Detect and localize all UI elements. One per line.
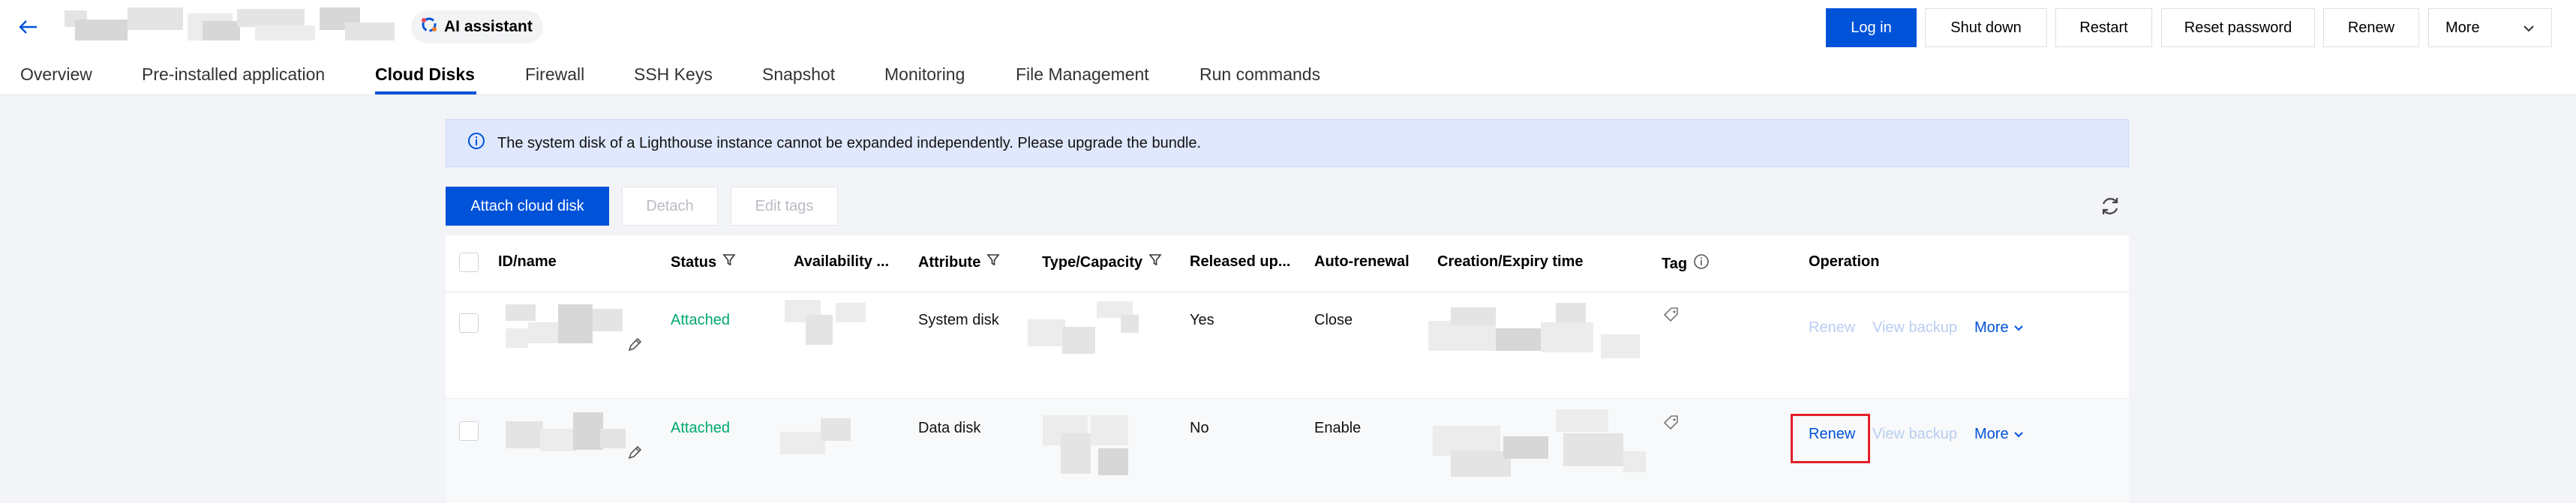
- cloud-disk-table: ID/name Status Availability ... Attribut…: [446, 235, 2129, 503]
- col-released: Released up...: [1190, 253, 1291, 271]
- disk-attribute: Data disk: [918, 420, 981, 436]
- auto-renewal-value: Close: [1314, 312, 1353, 328]
- col-creation-expiry: Creation/Expiry time: [1437, 253, 1584, 271]
- filter-icon[interactable]: [986, 253, 1000, 271]
- info-icon: [467, 132, 485, 154]
- ai-assistant-icon: [420, 16, 438, 38]
- col-status: Status: [671, 253, 736, 271]
- edit-tags-label: Edit tags: [755, 197, 814, 214]
- ai-assistant-button[interactable]: AI assistant: [411, 10, 543, 43]
- col-type-capacity: Type/Capacity: [1042, 253, 1162, 271]
- col-availability-label: Availability ...: [794, 253, 890, 270]
- chevron-down-icon: [2523, 19, 2535, 37]
- refresh-icon[interactable]: [2097, 193, 2123, 219]
- renew-link[interactable]: Renew: [1809, 426, 1855, 443]
- disk-attribute: System disk: [918, 312, 999, 328]
- status-badge: Attached: [671, 420, 730, 436]
- tab-run-commands[interactable]: Run commands: [1199, 64, 1320, 85]
- col-type-capacity-label: Type/Capacity: [1042, 253, 1143, 271]
- shutdown-label: Shut down: [1950, 19, 2022, 36]
- col-released-label: Released up...: [1190, 253, 1291, 270]
- renew-instance-label: Renew: [2347, 19, 2395, 36]
- col-operation-label: Operation: [1809, 253, 1880, 270]
- edit-pencil-icon[interactable]: [624, 334, 645, 355]
- tab-firewall[interactable]: Firewall: [525, 64, 584, 85]
- col-creation-expiry-label: Creation/Expiry time: [1437, 253, 1584, 270]
- tab-snapshot[interactable]: Snapshot: [762, 64, 835, 85]
- login-label: Log in: [1851, 19, 1892, 36]
- instance-header: AI assistant Log in Shut down Restart Re…: [0, 0, 2576, 95]
- edit-pencil-icon[interactable]: [624, 442, 645, 463]
- notice-text: The system disk of a Lighthouse instance…: [497, 134, 1202, 151]
- renew-link[interactable]: Renew: [1809, 319, 1855, 337]
- col-id-name: ID/name: [498, 253, 557, 271]
- tab-cloud-disks[interactable]: Cloud Disks: [375, 64, 475, 85]
- info-icon[interactable]: [1693, 253, 1710, 274]
- tag-icon[interactable]: [1661, 304, 1682, 325]
- col-operation: Operation: [1809, 253, 1879, 271]
- active-tab-indicator: [375, 91, 476, 94]
- view-backup-link[interactable]: View backup: [1872, 319, 1957, 337]
- released-with-instance: No: [1190, 420, 1209, 436]
- reset-password-label: Reset password: [2184, 19, 2292, 36]
- detach-label: Detach: [646, 197, 694, 214]
- row-checkbox[interactable]: [459, 313, 479, 333]
- attach-cloud-disk-button[interactable]: Attach cloud disk: [446, 187, 609, 226]
- reset-password-button[interactable]: Reset password: [2161, 8, 2315, 47]
- more-row-actions[interactable]: More: [1974, 319, 2024, 337]
- more-actions-dropdown[interactable]: More: [2428, 8, 2552, 47]
- released-with-instance: Yes: [1190, 312, 1214, 328]
- shutdown-button[interactable]: Shut down: [1925, 8, 2047, 47]
- attach-label: Attach cloud disk: [470, 197, 584, 214]
- renew-instance-button[interactable]: Renew: [2323, 8, 2419, 47]
- col-attribute-label: Attribute: [918, 253, 981, 271]
- table-row: Attached System disk Yes Close Renew Vie…: [446, 292, 2129, 399]
- ai-assistant-label: AI assistant: [444, 18, 533, 35]
- row-checkbox[interactable]: [459, 421, 479, 441]
- more-actions-label: More: [2445, 19, 2480, 36]
- tag-icon[interactable]: [1661, 412, 1682, 433]
- more-row-label: More: [1974, 319, 2009, 336]
- chevron-down-icon: [2013, 426, 2024, 443]
- col-id-name-label: ID/name: [498, 253, 557, 270]
- table-header: ID/name Status Availability ... Attribut…: [446, 235, 2129, 292]
- info-notice: The system disk of a Lighthouse instance…: [446, 119, 2129, 167]
- col-availability: Availability ...: [794, 253, 889, 271]
- col-auto-renewal: Auto-renewal: [1314, 253, 1410, 271]
- view-backup-link[interactable]: View backup: [1872, 426, 1957, 443]
- tab-file-management[interactable]: File Management: [1016, 64, 1149, 85]
- select-all-checkbox[interactable]: [459, 253, 479, 272]
- col-status-label: Status: [671, 253, 717, 271]
- filter-icon[interactable]: [1148, 253, 1162, 271]
- tab-pre-installed-application[interactable]: Pre-installed application: [142, 64, 325, 85]
- col-tag: Tag: [1662, 253, 1710, 274]
- filter-icon[interactable]: [722, 253, 736, 271]
- more-row-actions[interactable]: More: [1974, 426, 2024, 443]
- tab-ssh-keys[interactable]: SSH Keys: [634, 64, 713, 85]
- more-row-label: More: [1974, 426, 2009, 442]
- tab-overview[interactable]: Overview: [20, 64, 92, 85]
- tab-monitoring[interactable]: Monitoring: [884, 64, 965, 85]
- back-arrow-icon[interactable]: [17, 13, 41, 40]
- restart-label: Restart: [2079, 19, 2128, 36]
- edit-tags-button[interactable]: Edit tags: [731, 187, 838, 226]
- chevron-down-icon: [2013, 319, 2024, 337]
- status-badge: Attached: [671, 312, 730, 328]
- col-auto-renewal-label: Auto-renewal: [1314, 253, 1410, 270]
- table-row: Attached Data disk No Enable Renew View …: [446, 399, 2129, 503]
- detach-button[interactable]: Detach: [622, 187, 718, 226]
- auto-renewal-value: Enable: [1314, 420, 1362, 436]
- col-attribute: Attribute: [918, 253, 1000, 271]
- col-tag-label: Tag: [1662, 255, 1688, 272]
- login-button[interactable]: Log in: [1826, 8, 1917, 47]
- restart-button[interactable]: Restart: [2055, 8, 2152, 47]
